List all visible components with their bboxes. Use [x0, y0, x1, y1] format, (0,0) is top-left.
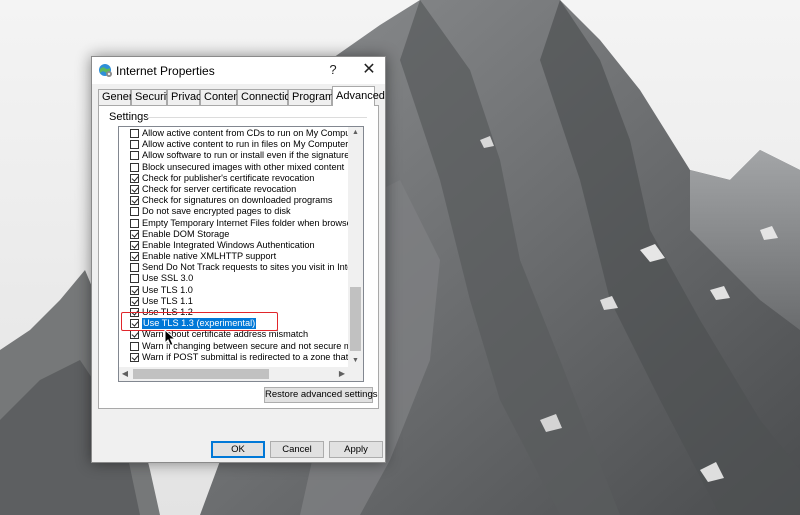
setting-label: Use TLS 1.2: [142, 307, 193, 317]
setting-checkbox[interactable]: [130, 173, 139, 183]
setting-label: Allow software to run or install even if…: [142, 150, 348, 161]
setting-row[interactable]: Use TLS 1.2: [119, 307, 348, 318]
scroll-down-icon[interactable]: ▼: [348, 355, 363, 367]
setting-checkbox[interactable]: [130, 263, 139, 273]
setting-row[interactable]: Allow active content from CDs to run on …: [119, 128, 348, 139]
advanced-panel: Settings Allow active content from CDs t…: [98, 105, 379, 409]
scroll-left-icon[interactable]: ◀: [119, 367, 131, 381]
setting-row[interactable]: Use TLS 1.0: [119, 285, 348, 296]
settings-rows: Allow active content from CDs to run on …: [119, 128, 348, 366]
setting-row[interactable]: Warn if POST submittal is redirected to …: [119, 352, 348, 363]
setting-checkbox[interactable]: [130, 207, 139, 217]
setting-row[interactable]: Check for server certificate revocation: [119, 184, 348, 195]
settings-group-label: Settings: [109, 111, 149, 123]
setting-checkbox[interactable]: [130, 151, 139, 161]
setting-label: Warn if POST submittal is redirected to …: [142, 351, 348, 362]
horizontal-scrollbar[interactable]: ◀ ▶: [119, 367, 348, 381]
setting-row[interactable]: Allow active content to run in files on …: [119, 139, 348, 150]
apply-button[interactable]: Apply: [329, 441, 383, 458]
tab-programs[interactable]: Programs: [288, 89, 340, 105]
setting-checkbox[interactable]: [130, 229, 139, 239]
ok-button[interactable]: OK: [211, 441, 265, 458]
setting-label: Enable native XMLHTTP support: [142, 251, 277, 262]
setting-checkbox[interactable]: [130, 196, 139, 206]
setting-row[interactable]: Check for publisher's certificate revoca…: [119, 173, 348, 184]
setting-label: Check for server certificate revocation: [142, 183, 297, 194]
close-button[interactable]: ✕: [354, 58, 384, 82]
tab-security[interactable]: Security: [131, 89, 175, 105]
setting-checkbox[interactable]: [130, 352, 139, 362]
tab-advanced[interactable]: Advanced: [332, 86, 385, 106]
setting-row[interactable]: Enable native XMLHTTP support: [119, 251, 348, 262]
cancel-button[interactable]: Cancel: [270, 441, 324, 458]
setting-label: Block unsecured images with other mixed …: [142, 161, 345, 172]
globe-settings-icon: [99, 64, 112, 77]
setting-row[interactable]: Enable Integrated Windows Authentication: [119, 240, 348, 251]
setting-label: Use SSL 3.0: [142, 273, 194, 284]
setting-row[interactable]: Use TLS 1.3 (experimental): [119, 318, 348, 330]
vertical-scrollbar[interactable]: ▲ ▼: [348, 127, 363, 367]
setting-row[interactable]: Use SSL 3.0: [119, 273, 348, 284]
setting-row[interactable]: Enable DOM Storage: [119, 229, 348, 240]
setting-checkbox[interactable]: [130, 162, 139, 172]
setting-row[interactable]: Empty Temporary Internet Files folder wh…: [119, 218, 348, 229]
help-button[interactable]: ?: [318, 58, 348, 82]
scrollbar-corner: [348, 367, 363, 381]
vertical-scroll-thumb[interactable]: [350, 287, 361, 351]
scroll-up-icon[interactable]: ▲: [348, 127, 363, 139]
setting-checkbox[interactable]: [130, 330, 139, 340]
setting-row[interactable]: Allow software to run or install even if…: [119, 150, 348, 161]
setting-label: Allow active content to run in files on …: [142, 139, 348, 150]
setting-checkbox[interactable]: [130, 274, 139, 284]
setting-checkbox[interactable]: [130, 285, 139, 295]
setting-label: Use TLS 1.1: [142, 295, 193, 306]
tab-content[interactable]: Content: [200, 89, 243, 105]
setting-label: Send Do Not Track requests to sites you …: [142, 262, 348, 273]
title-bar[interactable]: Internet Properties ? ✕: [92, 57, 385, 84]
tab-connections[interactable]: Connections: [237, 89, 302, 105]
setting-checkbox[interactable]: [130, 240, 139, 250]
setting-label: Enable Integrated Windows Authentication: [142, 239, 315, 250]
setting-checkbox[interactable]: [130, 218, 139, 228]
group-divider: [147, 117, 367, 118]
internet-properties-dialog: Internet Properties ? ✕ General Security…: [91, 56, 386, 463]
settings-list[interactable]: Allow active content from CDs to run on …: [118, 126, 364, 382]
setting-row[interactable]: Warn about certificate address mismatch: [119, 329, 348, 340]
dialog-title: Internet Properties: [116, 64, 215, 78]
setting-row[interactable]: Use TLS 1.1: [119, 296, 348, 307]
setting-checkbox[interactable]: [130, 296, 139, 306]
setting-row[interactable]: Warn if changing between secure and not …: [119, 341, 348, 352]
setting-label: Allow active content from CDs to run on …: [142, 128, 348, 138]
setting-label: Check for publisher's certificate revoca…: [142, 172, 315, 183]
setting-label: Do not save encrypted pages to disk: [142, 206, 291, 217]
setting-row[interactable]: Block unsecured images with other mixed …: [119, 162, 348, 173]
setting-label: Check for signatures on downloaded progr…: [142, 195, 333, 206]
setting-row[interactable]: Check for signatures on downloaded progr…: [119, 195, 348, 206]
setting-label: Use TLS 1.3 (experimental): [142, 318, 257, 330]
setting-checkbox[interactable]: [130, 129, 139, 138]
setting-checkbox[interactable]: [130, 252, 139, 262]
setting-row[interactable]: Send Do Not Track requests to sites you …: [119, 262, 348, 273]
restore-advanced-settings-button[interactable]: Restore advanced settings: [264, 387, 377, 403]
setting-label: Enable DOM Storage: [142, 228, 230, 239]
scroll-right-icon[interactable]: ▶: [336, 367, 348, 381]
setting-row[interactable]: Do not save encrypted pages to disk: [119, 206, 348, 217]
mouse-cursor-icon: [164, 329, 177, 347]
setting-label: Empty Temporary Internet Files folder wh…: [142, 217, 348, 228]
setting-checkbox[interactable]: [130, 341, 139, 351]
tab-general[interactable]: General: [98, 89, 141, 105]
setting-checkbox[interactable]: [130, 308, 139, 317]
horizontal-scroll-thumb[interactable]: [133, 369, 269, 379]
tab-privacy[interactable]: Privacy: [167, 89, 207, 105]
setting-checkbox[interactable]: [130, 184, 139, 194]
setting-checkbox[interactable]: [130, 140, 139, 150]
setting-checkbox[interactable]: [130, 319, 139, 329]
setting-label: Use TLS 1.0: [142, 284, 193, 295]
